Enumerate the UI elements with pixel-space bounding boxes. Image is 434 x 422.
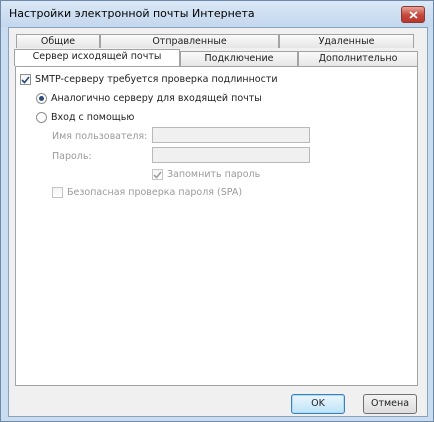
same-as-incoming-radio[interactable] <box>36 93 47 104</box>
tab-sent[interactable]: Отправленные <box>100 34 279 48</box>
username-label: Имя пользователя: <box>52 131 148 142</box>
same-as-incoming-label: Аналогично серверу для входящей почты <box>51 93 262 104</box>
cancel-button[interactable]: Отмена <box>363 394 417 414</box>
title-bar[interactable]: Настройки электронной почты Интернета <box>1 1 433 27</box>
password-label: Пароль: <box>52 151 92 162</box>
tab-general[interactable]: Общие <box>16 34 100 48</box>
same-as-incoming-row[interactable]: Аналогично серверу для входящей почты <box>36 93 262 104</box>
close-icon <box>408 10 418 19</box>
tab-advanced[interactable]: Дополнительно <box>298 51 418 66</box>
settings-dialog: Настройки электронной почты Интернета Об… <box>0 0 434 422</box>
spa-row[interactable]: Безопасная проверка пароля (SPA) <box>52 187 242 198</box>
tab-connection[interactable]: Подключение <box>180 51 298 66</box>
radio-dot-icon <box>39 96 44 101</box>
remember-password-row[interactable]: Запомнить пароль <box>152 169 260 180</box>
close-button[interactable] <box>401 6 425 23</box>
smtp-auth-label: SMTP-серверу требуется проверка подлинно… <box>35 74 278 85</box>
tab-outgoing-server[interactable]: Сервер исходящей почты <box>14 49 180 66</box>
window-title: Настройки электронной почты Интернета <box>9 7 255 20</box>
login-with-row[interactable]: Вход с помощью <box>36 112 134 123</box>
remember-password-label: Запомнить пароль <box>167 169 261 180</box>
outgoing-server-panel: SMTP-серверу требуется проверка подлинно… <box>15 66 418 386</box>
checkmark-icon <box>21 75 30 84</box>
login-with-label: Вход с помощью <box>51 112 135 123</box>
remember-password-checkbox[interactable] <box>152 169 163 180</box>
login-with-radio[interactable] <box>36 112 47 123</box>
smtp-auth-row[interactable]: SMTP-серверу требуется проверка подлинно… <box>20 74 278 85</box>
ok-button[interactable]: OK <box>291 394 345 414</box>
dialog-body: Общие Отправленные Удаленные Сервер исхо… <box>8 27 428 417</box>
checkmark-icon <box>153 170 162 179</box>
username-field[interactable] <box>152 127 310 143</box>
smtp-auth-checkbox[interactable] <box>20 74 31 85</box>
spa-label: Безопасная проверка пароля (SPA) <box>67 187 243 198</box>
password-field[interactable] <box>152 147 310 163</box>
spa-checkbox[interactable] <box>52 187 63 198</box>
tab-deleted[interactable]: Удаленные <box>279 34 414 48</box>
